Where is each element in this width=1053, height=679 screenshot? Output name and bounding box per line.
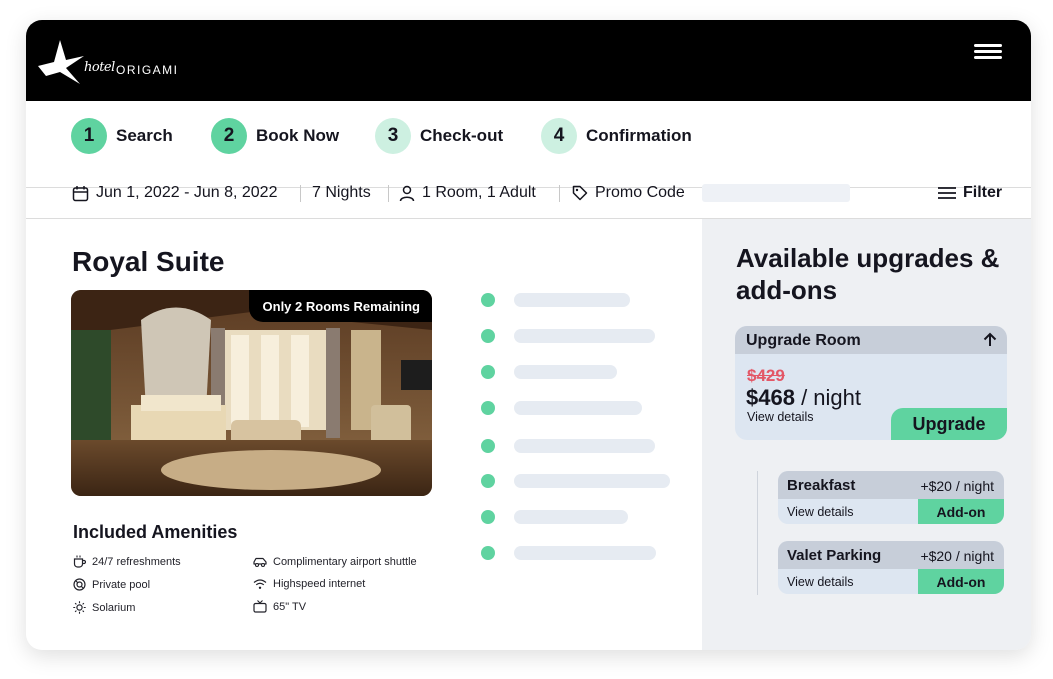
step-label: Search [116, 126, 173, 145]
skeleton-line [514, 329, 655, 343]
person-icon [399, 185, 415, 201]
step-number: 4 [541, 118, 577, 154]
date-range[interactable]: Jun 1, 2022 - Jun 8, 2022 [72, 168, 277, 218]
list-bullet [481, 365, 495, 379]
skeleton-line [514, 401, 642, 415]
addon-connector-line [757, 471, 758, 595]
divider [559, 185, 560, 202]
guests-selector[interactable]: 1 Room, 1 Adult [399, 168, 536, 218]
coffee-cup-icon [73, 555, 86, 568]
promo-code-input[interactable] [702, 184, 850, 202]
list-bullet [481, 439, 495, 453]
promo-code-label: Promo Code [595, 184, 685, 201]
nights-count[interactable]: 7 Nights [312, 168, 371, 218]
addon-card-breakfast: Breakfast +$20 / night View details Add-… [778, 471, 1004, 524]
rooms-remaining-badge: Only 2 Rooms Remaining [248, 290, 432, 322]
calendar-icon [72, 185, 89, 201]
addon-name: Breakfast [787, 477, 856, 494]
amenity-airport-shuttle: Complimentary airport shuttle [253, 556, 417, 568]
room-photo[interactable]: Only 2 Rooms Remaining [71, 290, 432, 496]
nights-text: 7 Nights [312, 184, 371, 201]
logo-wordmark: ORIGAMI [116, 63, 179, 77]
step-check-out[interactable]: 3 Check-out [375, 117, 503, 155]
upgrades-title: Available upgrades & add-ons [736, 243, 1000, 305]
filter-button[interactable]: Filter [938, 168, 1002, 218]
car-icon [253, 557, 267, 568]
amenity-private-pool: Private pool [73, 578, 150, 591]
sun-icon [73, 601, 86, 614]
amenity-label: Complimentary airport shuttle [273, 556, 417, 568]
upgrade-room-header[interactable]: Upgrade Room [735, 326, 1007, 354]
promo-code: Promo Code [572, 168, 685, 218]
upgrade-price: $468 / night [746, 385, 861, 411]
divider [388, 185, 389, 202]
amenities-title: Included Amenities [73, 522, 238, 542]
filter-label: Filter [963, 184, 1003, 201]
list-bullet [481, 293, 495, 307]
addon-card-valet-parking: Valet Parking +$20 / night View details … [778, 541, 1004, 594]
list-bullet [481, 329, 495, 343]
list-bullet [481, 474, 495, 488]
addon-name: Valet Parking [787, 547, 882, 564]
amenity-highspeed-internet: Highspeed internet [253, 578, 365, 590]
amenity-label: Private pool [92, 578, 151, 591]
addon-price: +$20 / night [920, 478, 994, 494]
wifi-icon [253, 579, 267, 589]
skeleton-line [514, 439, 655, 453]
original-price: $429 [747, 366, 785, 385]
top-bar: hotel ORIGAMI [26, 20, 1031, 101]
upgrade-room-card: Upgrade Room $429 $468 / night View deta… [735, 326, 1007, 440]
addon-view-details-link[interactable]: View details [787, 505, 853, 519]
booking-card: hotel ORIGAMI 1 Search 2 Book Now 3 Chec… [26, 20, 1031, 650]
upgrade-button[interactable]: Upgrade [891, 408, 1007, 440]
addon-price: +$20 / night [920, 548, 994, 564]
upgrade-view-details-link[interactable]: View details [747, 410, 813, 424]
upgrade-price-amount: $468 [746, 385, 795, 410]
step-number: 1 [71, 118, 107, 154]
step-search[interactable]: 1 Search [71, 117, 173, 155]
step-label: Confirmation [586, 126, 692, 145]
amenity-label: 65" TV [273, 600, 307, 613]
skeleton-line [514, 510, 628, 524]
search-summary-bar: Jun 1, 2022 - Jun 8, 2022 7 Nights 1 Roo… [26, 168, 1031, 219]
step-book-now[interactable]: 2 Book Now [211, 117, 339, 155]
amenity-label: 24/7 refreshments [92, 555, 181, 568]
amenity-refreshments: 24/7 refreshments [73, 555, 181, 568]
pool-ring-icon [73, 578, 86, 591]
amenity-label: Solarium [92, 601, 136, 614]
logo-script: hotel [84, 60, 115, 75]
add-on-button[interactable]: Add-on [918, 499, 1004, 524]
room-title: Royal Suite [72, 246, 225, 277]
guests-text: 1 Room, 1 Adult [422, 184, 536, 201]
hotel-logo[interactable]: hotel ORIGAMI [36, 36, 196, 86]
amenity-tv: 65" TV [253, 600, 306, 613]
addon-header: Valet Parking +$20 / night [778, 541, 1004, 569]
skeleton-line [514, 293, 630, 307]
filter-lines-icon [938, 187, 956, 199]
divider [300, 185, 301, 202]
list-bullet [481, 510, 495, 524]
skeleton-line [514, 474, 670, 488]
list-bullet [481, 401, 495, 415]
hamburger-menu-icon[interactable] [974, 44, 1002, 60]
step-label: Check-out [420, 126, 504, 145]
tag-icon [572, 185, 588, 201]
skeleton-line [514, 546, 656, 560]
step-label: Book Now [256, 126, 340, 145]
upgrade-room-label: Upgrade Room [746, 332, 861, 349]
list-bullet [481, 546, 495, 560]
upgrade-price-unit: / night [801, 385, 862, 410]
step-number: 2 [211, 118, 247, 154]
arrow-up-icon[interactable] [983, 332, 997, 347]
step-number: 3 [375, 118, 411, 154]
date-range-text: Jun 1, 2022 - Jun 8, 2022 [96, 184, 278, 201]
step-confirmation[interactable]: 4 Confirmation [541, 117, 692, 155]
add-on-button[interactable]: Add-on [918, 569, 1004, 594]
addon-header: Breakfast +$20 / night [778, 471, 1004, 499]
addon-view-details-link[interactable]: View details [787, 575, 853, 589]
amenity-solarium: Solarium [73, 601, 135, 614]
skeleton-line [514, 365, 617, 379]
tv-icon [253, 600, 267, 613]
amenity-label: Highspeed internet [273, 578, 366, 590]
